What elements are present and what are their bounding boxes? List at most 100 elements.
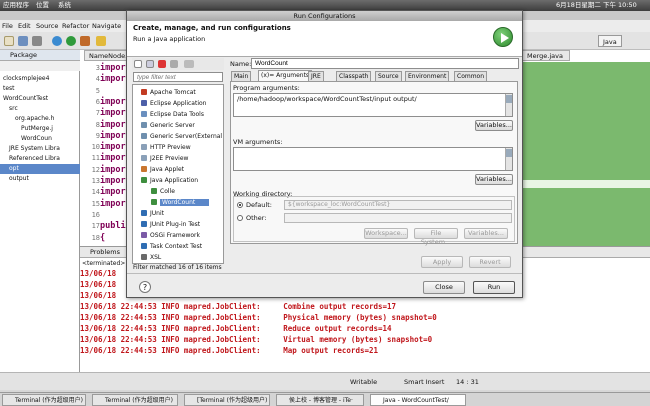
menu-file[interactable]: File	[2, 20, 13, 32]
code-text: impor	[100, 74, 126, 85]
config-tab[interactable]: Classpath	[336, 71, 372, 81]
open-type-icon[interactable]	[96, 36, 106, 46]
tree-item[interactable]: src	[0, 104, 80, 114]
debug-icon[interactable]	[52, 36, 62, 46]
config-type-item[interactable]: Generic Server	[141, 121, 195, 131]
default-radio[interactable]	[237, 202, 243, 208]
program-args-label: Program arguments:	[233, 84, 300, 92]
other-dir-field	[284, 213, 512, 223]
config-tab[interactable]: Common	[454, 71, 488, 81]
tree-item[interactable]: org.apache.h	[0, 114, 80, 124]
other-radio[interactable]	[237, 215, 243, 221]
config-type-item[interactable]: XSL	[141, 253, 161, 263]
config-type-item[interactable]: Java Applet	[141, 165, 184, 175]
taskbar-window-button[interactable]: 侯上校 - 博客管理 - iTe·	[276, 394, 364, 406]
editor-tab-putmerge[interactable]: Merge.java	[522, 50, 570, 61]
new-config-icon[interactable]	[134, 60, 142, 68]
program-args-scrollbar[interactable]	[505, 94, 512, 116]
delete-config-icon[interactable]	[158, 60, 166, 68]
menu-edit[interactable]: Edit	[18, 20, 31, 32]
collapse-all-icon[interactable]	[170, 60, 178, 68]
menu-source[interactable]: Source	[36, 20, 58, 32]
clock[interactable]: 6月18日星期二 下午 10:50	[556, 0, 637, 11]
config-type-item[interactable]: Java Application	[141, 176, 198, 186]
print-icon[interactable]	[32, 36, 42, 46]
vm-args-variables-button[interactable]: Variables...	[475, 174, 513, 185]
tree-item[interactable]: opt	[0, 164, 80, 174]
config-type-item[interactable]: JUnit Plug-in Test	[141, 220, 200, 230]
status-cursor-position: 14 : 31	[456, 378, 479, 386]
applications-menu[interactable]: 应用程序	[3, 0, 29, 11]
tree-item[interactable]: WordCoun	[0, 134, 80, 144]
dialog-title-bar[interactable]: Run Configurations	[127, 11, 522, 21]
taskbar-window-button[interactable]: [Terminal (作为超级用户)	[184, 394, 270, 406]
config-type-icon	[141, 166, 147, 172]
config-tab[interactable]: (x)= Arguments	[258, 70, 313, 81]
run-icon[interactable]	[66, 36, 76, 46]
config-type-item[interactable]: OSGi Framework	[141, 231, 200, 241]
vm-args-scrollbar[interactable]	[505, 148, 512, 170]
new-icon[interactable]	[4, 36, 14, 46]
config-type-item[interactable]: WordCount	[151, 198, 210, 208]
working-dir-variables-button[interactable]: Variables...	[464, 228, 508, 239]
tree-item[interactable]: Referenced Libra	[0, 154, 80, 164]
config-tab[interactable]: Environment	[405, 71, 450, 81]
editor-tab-namenode[interactable]: NameNode.j	[84, 50, 132, 61]
config-type-label: J2EE Preview	[150, 155, 189, 162]
line-number: 12	[91, 165, 100, 174]
config-type-item[interactable]: Task Context Test	[141, 242, 202, 252]
config-tab[interactable]: Main	[231, 71, 252, 81]
tree-item[interactable]: test	[0, 84, 80, 94]
menu-refactor[interactable]: Refactor	[62, 20, 89, 32]
tree-item[interactable]: clocksmplejee4	[0, 74, 80, 84]
workspace-button[interactable]: Workspace...	[364, 228, 408, 239]
tree-item[interactable]: PutMerge.j	[0, 124, 80, 134]
status-insert-mode: Smart Insert	[404, 378, 445, 386]
program-args-variables-button[interactable]: Variables...	[475, 120, 513, 131]
filter-text-input[interactable]	[133, 72, 223, 82]
run-button[interactable]: Run	[473, 281, 515, 294]
revert-button[interactable]: Revert	[469, 256, 511, 268]
taskbar-window-button[interactable]: Terminal (作为超级用户)	[92, 394, 178, 406]
package-explorer-tab[interactable]: Package	[0, 50, 80, 61]
config-type-label: JUnit	[150, 210, 164, 217]
config-type-item[interactable]: Apache Tomcat	[141, 88, 196, 98]
config-type-item[interactable]: J2EE Preview	[141, 154, 188, 164]
console-line: 13/06/18 22:44:53 INFO mapred.JobClient:…	[80, 302, 397, 311]
config-tab[interactable]: Source	[375, 71, 402, 81]
current-line-highlight	[520, 180, 650, 188]
file-system-button[interactable]: File System...	[414, 228, 458, 246]
config-type-item[interactable]: HTTP Preview	[141, 143, 191, 153]
console-line: 13/06/18 22:44:53 INFO mapred.JobClient:…	[80, 313, 437, 322]
dialog-title: Run Configurations	[293, 12, 356, 20]
config-type-item[interactable]: Colle	[151, 187, 175, 197]
menu-navigate[interactable]: Navigate	[92, 20, 121, 32]
taskbar-window-button[interactable]: Terminal (作为超级用户)	[2, 394, 86, 406]
config-type-item[interactable]: Eclipse Application	[141, 99, 206, 109]
places-menu[interactable]: 位置	[36, 0, 49, 11]
apply-button[interactable]: Apply	[421, 256, 463, 268]
help-icon[interactable]: ?	[139, 281, 151, 293]
tree-item[interactable]: output	[0, 174, 80, 184]
taskbar-window-button[interactable]: Java - WordCountTest/	[370, 394, 466, 406]
config-type-label: Generic Server(External	[150, 133, 223, 140]
filter-config-icon[interactable]	[184, 60, 194, 68]
system-menu[interactable]: 系统	[58, 0, 71, 11]
vm-args-textarea[interactable]	[233, 147, 513, 171]
config-type-label: Java Applet	[150, 166, 185, 173]
status-bar: Writable Smart Insert 14 : 31	[0, 372, 650, 390]
config-name-input[interactable]	[251, 58, 519, 69]
tree-item[interactable]: JRE System Libra	[0, 144, 80, 154]
config-type-item[interactable]: Eclipse Data Tools	[141, 110, 204, 120]
config-type-item[interactable]: Generic Server(External	[141, 132, 222, 142]
save-icon[interactable]	[18, 36, 28, 46]
java-perspective-button[interactable]: Java	[598, 35, 622, 47]
close-button[interactable]: Close	[423, 281, 465, 294]
duplicate-config-icon[interactable]	[146, 60, 154, 68]
tree-item[interactable]: WordCountTest	[0, 94, 80, 104]
code-text: impor	[100, 153, 126, 164]
external-tools-icon[interactable]	[80, 36, 90, 46]
config-tab[interactable]: JRE	[308, 71, 324, 81]
config-type-item[interactable]: JUnit	[141, 209, 164, 219]
program-args-textarea[interactable]: /home/hadoop/workspace/WordCountTest/inp…	[233, 93, 513, 117]
